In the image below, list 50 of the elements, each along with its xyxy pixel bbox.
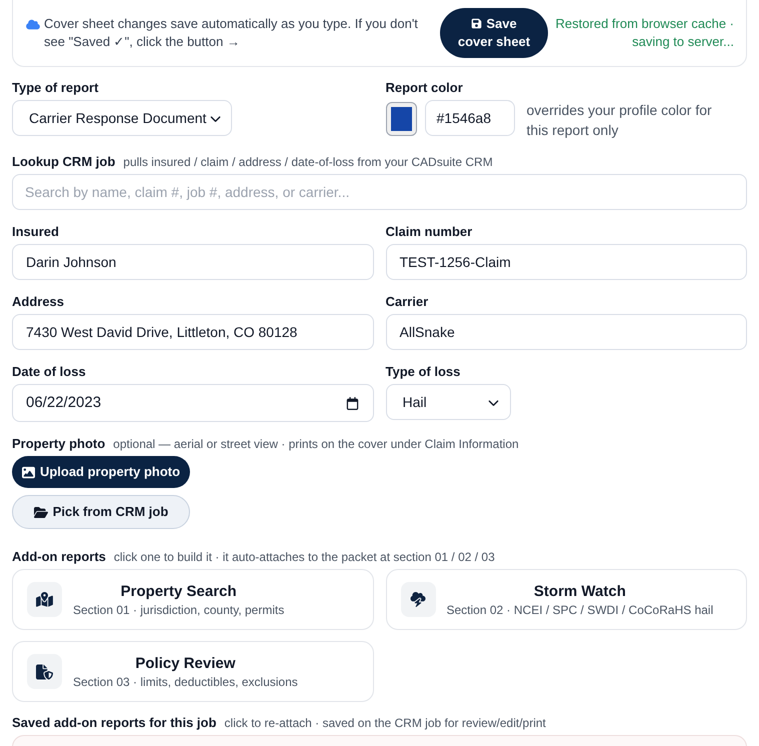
add-on-report-card[interactable]: Property Search Section 01 · jurisdiction, county, permits: [12, 569, 374, 630]
field-label: Claim number: [386, 224, 472, 240]
cloud-lightning-icon: [400, 582, 436, 617]
add-on-report-card[interactable]: Policy Review Section 03 · limits, deductibles, exclusions: [12, 641, 374, 702]
upload-photo-button[interactable]: Upload property photo: [12, 456, 190, 488]
color-note: overrides your profile color for this report only: [526, 101, 713, 140]
field-label: Carrier: [386, 294, 428, 310]
date-field[interactable]: 06/22/2023: [12, 384, 374, 422]
select-value: Hail: [402, 392, 427, 412]
field-label: Add-on reports: [12, 549, 106, 565]
field-label: Lookup CRM job: [12, 154, 116, 170]
add-on-report-card[interactable]: Storm Watch Section 02 · NCEI / SPC / SWDI / CoCoRaHS hail: [386, 569, 747, 630]
save-status: Restored from browser cache · saving to server...: [554, 15, 734, 51]
calendar-icon[interactable]: [346, 396, 358, 410]
select-field[interactable]: Hail: [386, 384, 510, 420]
field-label: Address: [12, 294, 64, 310]
card-subtitle: Section 03 · limits, deductibles, exclusions: [73, 674, 298, 690]
card-subtitle: Section 02 · NCEI / SPC / SWDI / CoCoRaHS hail: [446, 602, 714, 618]
field-hint: click to re-attach · saved on the CRM job for review/edit/print: [224, 715, 546, 731]
field-label: Report color: [386, 80, 463, 96]
text-field[interactable]: AllSnake: [386, 314, 747, 350]
field-label: Saved add-on reports for this job: [12, 715, 216, 731]
date-value: 06/22/2023: [26, 392, 102, 413]
save-button[interactable]: Save cover sheet: [440, 8, 548, 58]
autosave-message: Cover sheet changes save automatically as you type. If you don't see "Saved ✓", click the button →: [44, 15, 418, 51]
card-title: Policy Review: [135, 654, 236, 674]
field-hint: click one to build it · it auto-attaches to the packet at section 01 / 02 / 03: [114, 549, 495, 565]
pick-from-crm-button[interactable]: Pick from CRM job: [12, 495, 190, 529]
color-swatch[interactable]: [386, 102, 416, 136]
hex-color-field[interactable]: #1546a8: [424, 100, 514, 136]
field-label: Property photo: [12, 436, 106, 452]
text-field[interactable]: TEST-1256-Claim: [386, 244, 747, 280]
report-type-select[interactable]: Carrier Response Document: [12, 100, 232, 136]
cloud-icon: [26, 19, 40, 30]
field-hint: optional — aerial or street view · prints on the cover under Claim Information: [113, 436, 519, 452]
document-shield-icon: [27, 654, 62, 689]
field-label: Type of loss: [386, 364, 460, 380]
card-subtitle: Section 01 · jurisdiction, county, permits: [73, 602, 284, 618]
folder-icon: [34, 506, 48, 518]
field-label: Date of loss: [12, 364, 86, 380]
field-label: Type of report: [12, 80, 98, 96]
text-field[interactable]: Darin Johnson: [12, 244, 374, 280]
select-value: Carrier Response Document: [29, 108, 206, 128]
field-hint: pulls insured / claim / address / date-of-loss from your CADsuite CRM: [123, 154, 493, 170]
map-pin-icon: [27, 582, 62, 617]
card-title: Storm Watch: [534, 582, 626, 602]
image-icon: [22, 466, 35, 478]
field-label: Insured: [12, 224, 59, 240]
text-field[interactable]: 7430 West David Drive, Littleton, CO 80128: [12, 314, 374, 350]
card-title: Property Search: [120, 582, 237, 602]
